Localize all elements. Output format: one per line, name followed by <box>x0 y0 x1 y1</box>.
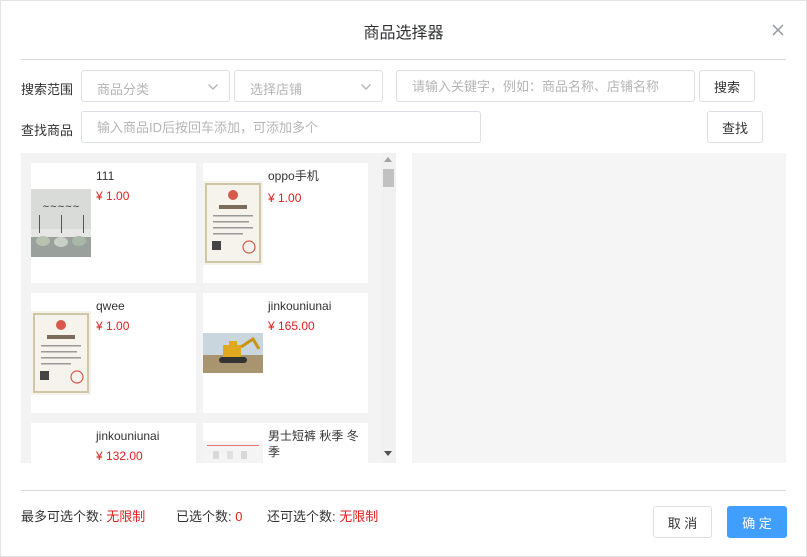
max-count-label: 最多可选个数: <box>21 509 103 524</box>
product-card[interactable]: jinkouniunai ¥ 132.00 <box>31 423 196 463</box>
max-count-value: 无限制 <box>106 509 146 524</box>
find-product-label: 查找商品 <box>21 123 74 138</box>
product-price: ¥ 1.00 <box>268 191 302 205</box>
business-license-image <box>203 181 263 265</box>
selected-count-stat: 已选个数: 0 <box>176 506 242 525</box>
scroll-up-arrow-icon[interactable] <box>384 157 392 162</box>
product-price: ¥ 132.00 <box>96 449 143 463</box>
business-license-image <box>31 311 91 395</box>
remaining-count-value: 无限制 <box>339 509 379 524</box>
product-price: ¥ 165.00 <box>268 319 315 333</box>
product-selector-dialog: 商品选择器 搜索范围 商品分类 选择店铺 搜索 查找商品 查找 <box>0 0 807 557</box>
store-select-placeholder: 选择店铺 <box>250 82 303 97</box>
header-divider <box>21 59 786 60</box>
product-name: jinkouniunai <box>96 429 160 443</box>
product-name: 男士短裤 秋季 冬季 <box>268 429 359 459</box>
product-price: ¥ 1.00 <box>96 319 130 333</box>
footer-divider <box>21 490 786 491</box>
list-scrollbar[interactable] <box>381 153 396 463</box>
max-count-stat: 最多可选个数: 无限制 <box>21 506 145 525</box>
store-select[interactable]: 选择店铺 <box>234 70 383 102</box>
chevron-down-icon <box>207 81 219 96</box>
product-card[interactable]: oppo手机 ¥ 1.00 <box>203 163 368 283</box>
search-button[interactable]: 搜索 <box>699 70 755 102</box>
product-card[interactable]: qwee ¥ 1.00 <box>31 293 196 413</box>
excavator-image <box>203 333 263 373</box>
remaining-count-label: 还可选个数: <box>267 509 336 524</box>
product-image <box>203 441 263 463</box>
product-card[interactable]: jinkouniunai ¥ 165.00 <box>203 293 368 413</box>
chevron-down-icon <box>360 81 372 96</box>
tea-set-image: ~~~~~ <box>31 189 91 257</box>
category-select-placeholder: 商品分类 <box>97 82 150 97</box>
product-name: 111 <box>96 169 115 183</box>
product-card[interactable]: 男士短裤 秋季 冬季 <box>203 423 368 463</box>
remaining-count-stat: 还可选个数: 无限制 <box>267 506 378 525</box>
confirm-button[interactable]: 确 定 <box>727 506 787 538</box>
category-select[interactable]: 商品分类 <box>81 70 230 102</box>
scroll-down-arrow-icon[interactable] <box>384 451 392 456</box>
product-list-panel: ~~~~~ 111 ¥ 1.00 oppo手机 ¥ 1.00 qwee ¥ 1.… <box>21 153 396 463</box>
cancel-button[interactable]: 取 消 <box>653 506 712 538</box>
product-price: ¥ 1.00 <box>96 189 130 203</box>
product-name: qwee <box>96 299 125 313</box>
scrollbar-thumb[interactable] <box>383 169 394 187</box>
selected-count-label: 已选个数: <box>176 509 232 524</box>
dialog-title: 商品选择器 <box>363 25 444 42</box>
dialog-header: 商品选择器 <box>1 1 806 60</box>
product-name: oppo手机 <box>268 169 319 183</box>
svg-text:~~~~~: ~~~~~ <box>42 202 80 212</box>
find-button[interactable]: 查找 <box>707 111 763 143</box>
selected-count-value: 0 <box>235 509 243 524</box>
product-name: jinkouniunai <box>268 299 332 313</box>
close-icon[interactable] <box>767 19 789 41</box>
search-scope-label: 搜索范围 <box>21 82 74 97</box>
selected-products-panel <box>412 153 786 463</box>
product-id-input[interactable] <box>81 111 481 143</box>
product-card[interactable]: ~~~~~ 111 ¥ 1.00 <box>31 163 196 283</box>
keyword-search-input[interactable] <box>396 70 695 102</box>
